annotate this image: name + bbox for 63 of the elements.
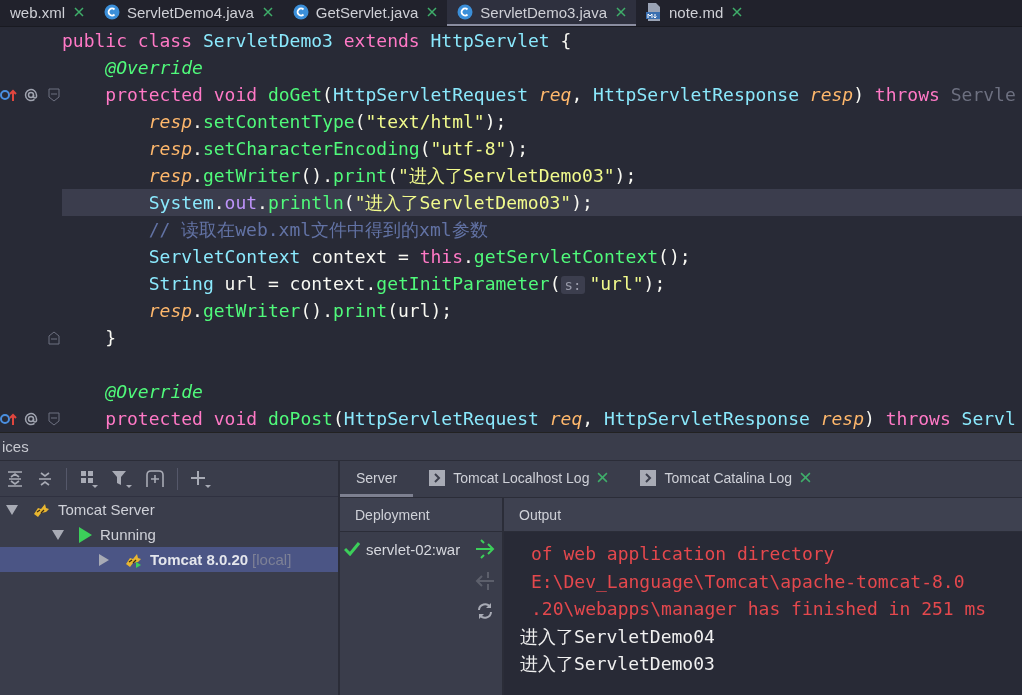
- code-line: resp.getWriter().print(url);: [147, 300, 453, 321]
- code-line: protected void doGet(HttpServletRequest req, HttpServletResponse resp) throws Servle: [104, 84, 1016, 105]
- close-icon[interactable]: [800, 472, 812, 483]
- collapsed-arrow-icon[interactable]: [98, 553, 110, 566]
- console-icon: [640, 469, 657, 486]
- console-icon: [429, 469, 446, 486]
- close-icon[interactable]: [427, 7, 438, 17]
- expand-all-icon[interactable]: [6, 469, 24, 488]
- tree-item[interactable]: Tomcat Server: [0, 497, 338, 522]
- code-line: }: [104, 327, 117, 348]
- new-tab-icon[interactable]: [145, 468, 165, 489]
- tree-item[interactable]: Running: [0, 522, 338, 547]
- fold-icon[interactable]: [48, 411, 60, 426]
- annotation-icon: [24, 87, 38, 102]
- file-tab[interactable]: web.xml: [0, 0, 94, 26]
- column-header: Deployment: [355, 506, 430, 523]
- panel-tab[interactable]: Tomcat Catalina Log: [624, 461, 828, 497]
- code-line: // 读取在web.xml文件中得到的xml参数: [147, 217, 488, 242]
- console-line: E:\Dev_Language\Tomcat\apache-tomcat-8.0: [530, 569, 966, 594]
- close-icon[interactable]: [74, 7, 84, 17]
- file-tab[interactable]: ServletDemo3.java: [447, 0, 637, 26]
- annotation-icon: [24, 411, 38, 426]
- file-tab[interactable]: GetServlet.java: [282, 0, 448, 26]
- console-line: of web application directory: [530, 542, 836, 566]
- panel-tab[interactable]: Tomcat Localhost Log: [413, 461, 625, 497]
- close-icon[interactable]: [616, 7, 627, 17]
- code-line: resp.setCharacterEncoding("utf-8");: [147, 138, 529, 159]
- console-line: 进入了ServletDemo03: [519, 652, 716, 676]
- refresh-icon[interactable]: [476, 602, 494, 620]
- fold-icon[interactable]: [48, 87, 60, 102]
- code-line: ServletContext context = this.getServletContext();: [147, 246, 691, 267]
- class-icon: [292, 4, 309, 20]
- code-line: System.out.println("进入了ServletDemo03");: [147, 190, 593, 215]
- class-icon: [457, 4, 474, 20]
- code-line: @Override: [104, 381, 203, 402]
- close-icon[interactable]: [262, 7, 273, 17]
- console-line: 进入了ServletDemo04: [519, 624, 716, 649]
- add-icon[interactable]: [190, 468, 212, 489]
- column-header: Output: [519, 506, 562, 523]
- filter-icon[interactable]: [111, 468, 133, 489]
- run-icon: [78, 526, 92, 543]
- expanded-arrow-icon[interactable]: [6, 503, 18, 516]
- markdown-file-icon: [646, 3, 663, 21]
- deployment-item[interactable]: servlet-02:war: [340, 538, 468, 560]
- code-line: public class ServletDemo3 extends HttpServlet {: [61, 30, 572, 51]
- close-icon[interactable]: [597, 472, 609, 483]
- close-icon[interactable]: [732, 7, 743, 17]
- file-tab[interactable]: ServletDemo4.java: [94, 0, 283, 26]
- code-line: resp.getWriter().print("进入了ServletDemo03");: [147, 163, 637, 188]
- code-line: protected void doPost(HttpServletRequest req, HttpServletResponse resp) throws Servl: [104, 408, 1016, 429]
- code-line: @Override: [104, 57, 203, 78]
- group-icon[interactable]: [79, 468, 99, 489]
- check-icon: [344, 542, 360, 556]
- class-icon: [104, 4, 120, 20]
- collapse-all-icon[interactable]: [36, 469, 54, 488]
- panel-title: ices: [2, 438, 29, 455]
- file-tab[interactable]: note.md: [636, 0, 753, 26]
- fold-icon[interactable]: [48, 330, 60, 345]
- console-line: .20\webapps\manager has finished in 251 ms: [530, 597, 988, 621]
- code-line: resp.setContentType("text/html");: [147, 111, 507, 132]
- code-line: String url = context.getInitParameter( s: "url");: [147, 273, 666, 294]
- deploy-icon[interactable]: [475, 538, 495, 560]
- expanded-arrow-icon[interactable]: [52, 528, 64, 541]
